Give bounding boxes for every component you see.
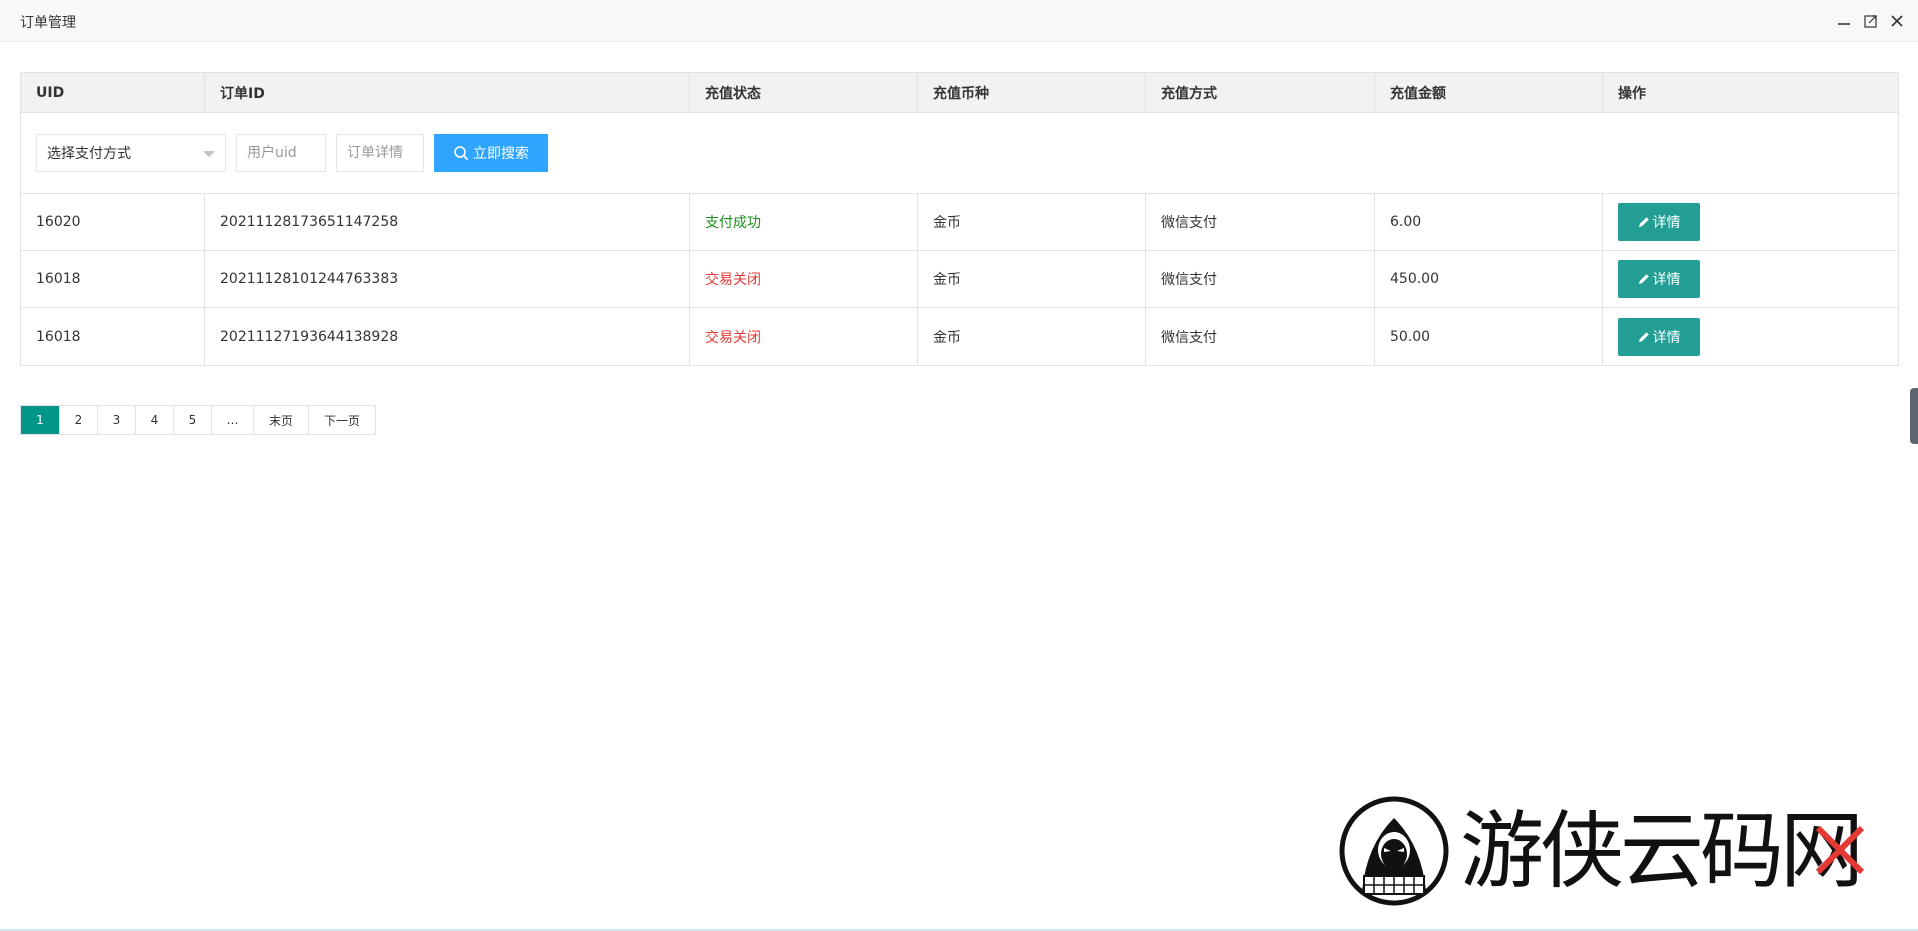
page-3[interactable]: 3 [98,406,136,434]
next-page-button[interactable]: 下一页 [309,406,375,434]
close-icon[interactable] [1889,13,1905,29]
page-2[interactable]: 2 [60,406,98,434]
page-ellipsis: … [212,406,254,434]
cell-order-id: 20211128101244763383 [205,251,690,307]
order-detail-input[interactable] [336,134,424,172]
detail-button[interactable]: 详情 [1618,260,1700,298]
cell-currency: 金币 [918,308,1146,365]
last-page-button[interactable]: 末页 [254,406,309,434]
maximize-icon[interactable] [1863,13,1879,29]
cell-order-id: 20211128173651147258 [205,194,690,250]
pencil-icon [1638,331,1649,342]
cell-currency: 金币 [918,251,1146,307]
cell-method: 微信支付 [1146,194,1375,250]
logo-text: 游侠云码网 [1460,802,1864,900]
minimize-icon[interactable] [1836,13,1852,29]
side-drawer-handle[interactable] [1910,388,1918,444]
cell-amount: 450.00 [1375,251,1603,307]
watermark-logo: 游侠云码网 [1332,796,1892,906]
cell-method: 微信支付 [1146,251,1375,307]
chevron-down-icon [203,151,215,157]
detail-button-label: 详情 [1652,215,1681,231]
header-status: 充值状态 [690,73,918,112]
pencil-icon [1638,217,1649,227]
cell-status: 交易关闭 [690,308,918,365]
header-action: 操作 [1618,85,1646,102]
page-4[interactable]: 4 [136,406,174,434]
cell-currency: 金币 [918,194,1146,250]
detail-button[interactable]: 详情 [1618,317,1700,356]
cell-uid: 16018 [21,251,205,307]
cell-action: 详情 [1603,308,1898,365]
search-button-label: 立即搜索 [473,146,529,162]
table-header: UID 订单ID 充值状态 充值币种 充值方式 充值金额 操作 [21,73,1898,113]
header-amount: 充值金额 [1375,73,1603,112]
cell-status: 交易关闭 [690,251,918,307]
cell-uid: 16020 [21,194,205,250]
hacker-logo-icon [1339,796,1449,906]
header-method: 充值方式 [1146,73,1375,112]
window-title: 订单管理 [20,15,76,31]
cell-action: 详情 [1603,251,1898,307]
page-5[interactable]: 5 [174,406,212,434]
filter-bar: 选择支付方式 立即搜索 [21,113,1898,194]
cell-method: 微信支付 [1146,308,1375,365]
uid-input[interactable] [236,134,326,172]
cell-order-id: 20211127193644138928 [205,308,690,365]
pencil-icon [1638,274,1649,284]
search-button[interactable]: 立即搜索 [434,134,548,172]
cell-amount: 6.00 [1375,194,1603,250]
cell-amount: 50.00 [1375,308,1603,365]
pagination: 1 2 3 4 5 … 末页 下一页 [20,405,376,435]
cell-uid: 16018 [21,308,205,365]
search-icon [454,146,469,161]
orders-table: UID 订单ID 充值状态 充值币种 充值方式 充值金额 操作 选择支付方式 立… [20,72,1899,366]
cell-action: 详情 [1603,194,1898,250]
header-currency: 充值币种 [918,73,1146,112]
detail-button-label: 详情 [1652,329,1681,346]
red-x-icon [1815,825,1865,875]
pay-method-select[interactable]: 选择支付方式 [36,134,226,172]
cell-status: 支付成功 [690,194,918,250]
detail-button[interactable]: 详情 [1618,203,1700,241]
header-uid: UID [21,73,205,112]
table-row: 16018 20211128101244763383 交易关闭 金币 微信支付 … [21,251,1898,308]
page-1[interactable]: 1 [21,406,60,434]
pay-method-selected: 选择支付方式 [47,146,131,162]
table-row: 16018 20211127193644138928 交易关闭 金币 微信支付 … [21,308,1898,365]
table-row: 16020 20211128173651147258 支付成功 金币 微信支付 … [21,194,1898,251]
detail-button-label: 详情 [1652,272,1681,288]
window-titlebar: 订单管理 [0,0,1918,42]
header-order-id: 订单ID [205,73,690,112]
